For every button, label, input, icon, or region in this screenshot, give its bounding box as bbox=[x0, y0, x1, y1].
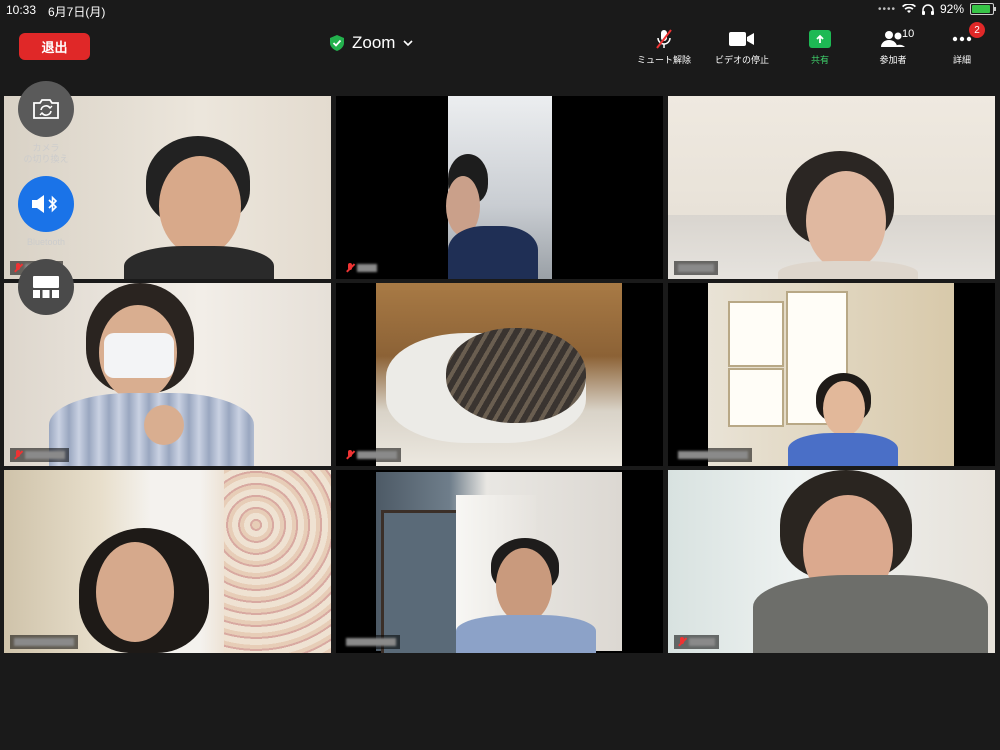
battery-icon bbox=[970, 3, 996, 15]
video-tile[interactable] bbox=[668, 470, 995, 653]
leave-button[interactable]: 退出 bbox=[19, 33, 90, 60]
more-button[interactable]: 2 詳細 bbox=[927, 22, 997, 66]
more-icon bbox=[952, 36, 972, 42]
clock: 10:33 bbox=[6, 3, 37, 17]
mic-muted-icon bbox=[678, 637, 686, 647]
video-tile[interactable] bbox=[668, 96, 995, 279]
participant-count: 10 bbox=[902, 28, 915, 40]
audio-route-button[interactable] bbox=[18, 176, 74, 232]
share-button[interactable]: 共有 bbox=[785, 28, 855, 66]
share-screen-icon bbox=[809, 30, 831, 48]
headphones-icon bbox=[921, 3, 934, 15]
more-label: 詳細 bbox=[952, 55, 971, 65]
video-tile[interactable] bbox=[336, 96, 663, 279]
participant-name-tag bbox=[342, 448, 401, 462]
notification-badge: 2 bbox=[969, 22, 985, 38]
speaker-bluetooth-icon bbox=[32, 195, 58, 213]
gallery-view-icon bbox=[33, 276, 59, 298]
switch-camera-label: カメラ の切り換え bbox=[23, 143, 69, 164]
participants-label: 参加者 bbox=[879, 55, 907, 65]
wifi-icon bbox=[901, 4, 916, 13]
video-camera-icon bbox=[729, 32, 754, 46]
date: 6月7日(月) bbox=[48, 5, 106, 19]
camera-switch-icon bbox=[33, 99, 59, 119]
chevron-down-icon bbox=[403, 39, 414, 46]
participant-name-tag bbox=[342, 261, 381, 275]
shield-check-icon bbox=[330, 35, 344, 51]
participant-name-tag bbox=[674, 448, 752, 462]
mic-muted-icon bbox=[656, 29, 672, 49]
status-bar: 10:33 6月7日(月) •••• 92% bbox=[0, 0, 1000, 20]
participant-name-tag bbox=[674, 635, 719, 649]
gallery-view-button[interactable] bbox=[18, 259, 74, 315]
switch-camera-button[interactable] bbox=[18, 81, 74, 137]
stop-video-button[interactable]: ビデオの停止 bbox=[707, 28, 777, 66]
meeting-title-dropdown[interactable]: Zoom bbox=[330, 33, 414, 53]
participant-name-tag bbox=[342, 635, 400, 649]
mic-muted-icon bbox=[14, 450, 22, 460]
mic-muted-icon bbox=[346, 450, 354, 460]
stop-video-label: ビデオの停止 bbox=[714, 55, 769, 65]
video-tile-active-speaker[interactable] bbox=[336, 470, 663, 653]
unmute-button[interactable]: ミュート解除 bbox=[629, 28, 699, 66]
video-tile[interactable] bbox=[668, 283, 995, 466]
unmute-label: ミュート解除 bbox=[636, 55, 691, 65]
video-tile[interactable] bbox=[4, 470, 331, 653]
mic-muted-icon bbox=[14, 263, 22, 273]
multitasking-dots-icon: •••• bbox=[877, 3, 896, 15]
battery-percent: 92% bbox=[939, 2, 964, 16]
participant-name-tag bbox=[674, 261, 718, 275]
meeting-title: Zoom bbox=[352, 33, 396, 52]
video-grid bbox=[4, 96, 996, 654]
mic-muted-icon bbox=[346, 263, 354, 273]
share-label: 共有 bbox=[810, 55, 829, 65]
participant-name-tag bbox=[10, 448, 69, 462]
bluetooth-label: Bluetooth bbox=[26, 237, 66, 247]
participants-button[interactable]: 10 参加者 bbox=[858, 28, 928, 66]
participant-name-tag bbox=[10, 635, 78, 649]
video-tile[interactable] bbox=[336, 283, 663, 466]
